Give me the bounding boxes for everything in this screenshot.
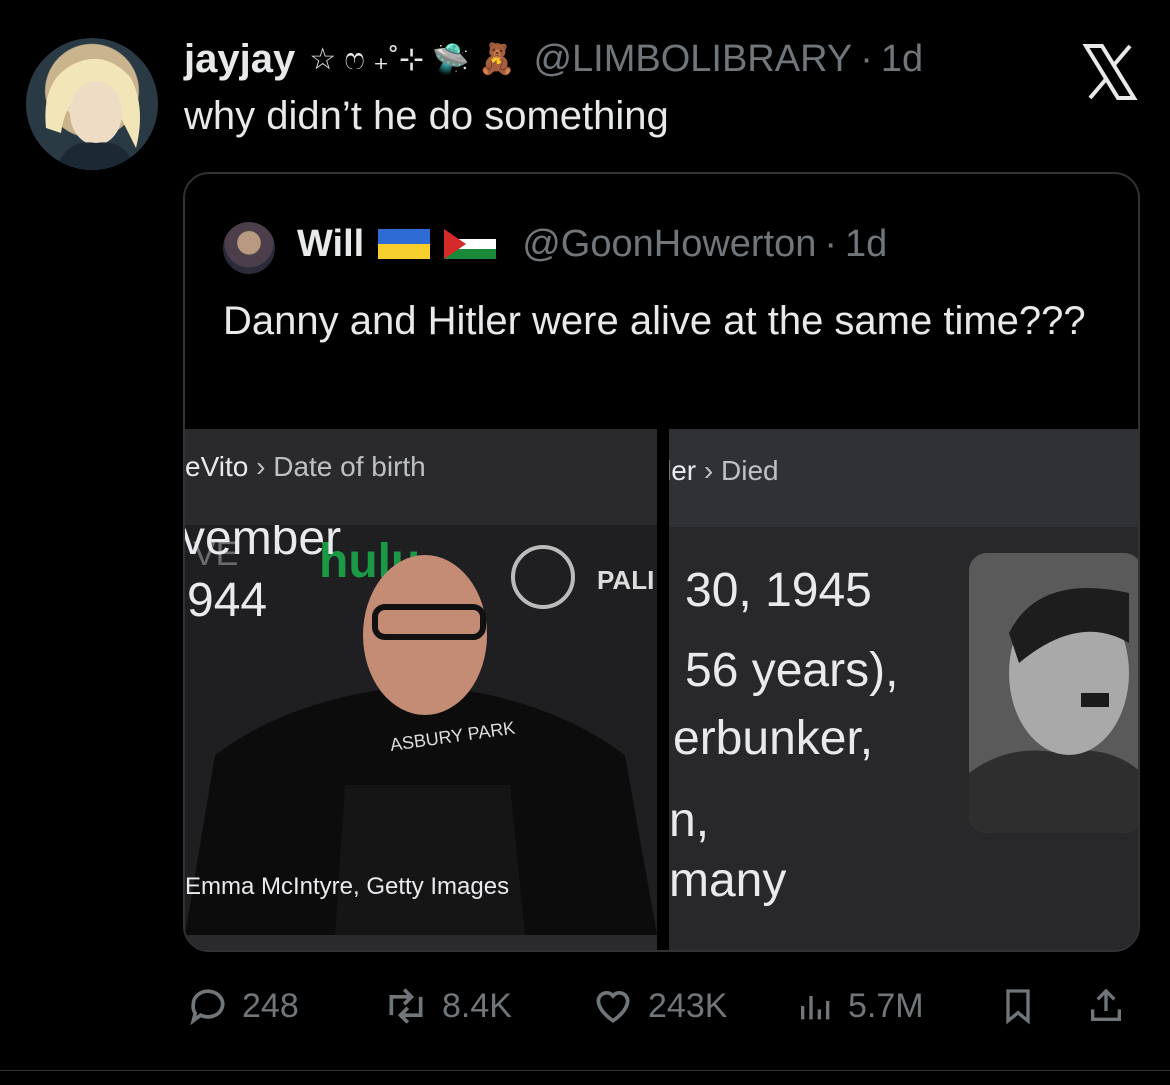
separator-dot: · xyxy=(860,37,873,80)
quoted-author-avatar[interactable] xyxy=(223,222,275,274)
views-button[interactable]: 5.7M xyxy=(796,976,924,1036)
quoted-media[interactable]: eVito › Date of birth VE hulu PALI ASBUR… xyxy=(185,429,1138,950)
quoted-tweet[interactable]: Will @GoonHowerton · 1d Danny and Hitler… xyxy=(183,172,1140,952)
handle[interactable]: @LIMBOLIBRARY xyxy=(533,38,852,81)
quoted-display-name[interactable]: Will xyxy=(297,223,364,266)
country-text: many xyxy=(669,854,787,907)
birth-month-text: vember xyxy=(185,525,342,565)
like-count: 243K xyxy=(648,986,728,1025)
x-logo-icon[interactable] xyxy=(1080,42,1140,102)
name-emojis: ☆ ෆ ₊˚⊹ 🛸 🧸 xyxy=(309,42,516,76)
birth-year-text: 944 xyxy=(187,574,268,627)
reply-count: 248 xyxy=(242,986,299,1025)
heart-icon xyxy=(596,991,630,1023)
share-icon xyxy=(1091,988,1121,1021)
views-icon xyxy=(801,996,830,1020)
quoted-tweet-header: Will @GoonHowerton · 1d xyxy=(297,218,887,270)
display-name[interactable]: jayjay xyxy=(184,37,295,82)
avatar-illustration xyxy=(45,58,140,170)
place-text: erbunker, xyxy=(673,712,874,765)
age-text: 56 years), xyxy=(685,644,899,697)
city-text: n, xyxy=(669,794,710,847)
ukraine-flag-icon xyxy=(378,229,431,259)
media-panel-right: ler › Died 30, 1945 56 years), erbunker,… xyxy=(669,429,1138,950)
bookmark-icon xyxy=(1006,989,1030,1025)
view-count: 5.7M xyxy=(848,986,924,1025)
tweet-header: jayjay ☆ ෆ ₊˚⊹ 🛸 🧸 @LIMBOLIBRARY · 1d xyxy=(184,34,923,84)
photo-text-paley: PALI xyxy=(597,565,654,595)
repost-icon xyxy=(389,988,423,1024)
media-divider xyxy=(657,429,669,950)
tweet-text: why didn’t he do something xyxy=(184,94,669,138)
bookmark-button[interactable] xyxy=(998,976,1050,1036)
photo-credit: Emma McIntyre, Getty Images xyxy=(185,873,510,900)
quoted-tweet-text: Danny and Hitler were alive at the same … xyxy=(223,299,1086,343)
quoted-handle[interactable]: @GoonHowerton xyxy=(522,223,816,266)
death-date-text: 30, 1945 xyxy=(685,564,872,617)
repost-count: 8.4K xyxy=(442,986,512,1025)
reply-icon xyxy=(190,989,225,1026)
hitler-photo xyxy=(969,553,1138,833)
author-avatar[interactable] xyxy=(26,38,158,170)
breadcrumb-left: eVito › Date of birth xyxy=(185,451,426,482)
quoted-timestamp[interactable]: 1d xyxy=(845,223,887,266)
repost-button[interactable]: 8.4K xyxy=(382,976,512,1036)
quoted-separator-dot: · xyxy=(824,222,838,265)
palestine-flag-icon xyxy=(444,229,497,259)
reply-button[interactable]: 248 xyxy=(186,976,299,1036)
like-button[interactable]: 243K xyxy=(590,976,727,1036)
timestamp[interactable]: 1d xyxy=(881,38,923,81)
share-button[interactable] xyxy=(1086,976,1138,1036)
bottom-divider xyxy=(0,1070,1170,1071)
breadcrumb-right: ler › Died xyxy=(669,455,779,486)
action-bar: 248 8.4K 243K 5.7M xyxy=(186,976,1140,1036)
media-panel-left: eVito › Date of birth VE hulu PALI ASBUR… xyxy=(185,429,657,950)
